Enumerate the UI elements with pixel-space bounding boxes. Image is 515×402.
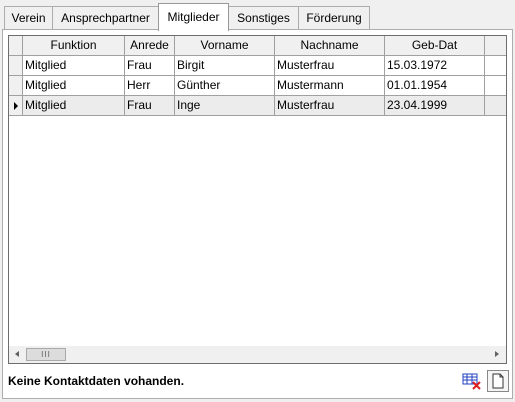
cell-nachname[interactable]: Mustermann	[275, 76, 385, 96]
cell-filler	[485, 56, 506, 76]
cell-filler	[485, 76, 506, 96]
tab-mitglieder[interactable]: Mitglieder	[158, 3, 229, 31]
row-indicator[interactable]	[9, 56, 23, 76]
table-row[interactable]: Mitglied Herr Günther Mustermann 01.01.1…	[9, 76, 506, 97]
column-header-anrede[interactable]: Anrede	[125, 36, 175, 56]
tab-ansprechpartner[interactable]: Ansprechpartner	[52, 6, 159, 30]
cell-funktion[interactable]: Mitglied	[23, 96, 125, 116]
clear-contacts-button[interactable]	[461, 370, 483, 392]
cell-anrede[interactable]: Herr	[125, 76, 175, 96]
tab-verein[interactable]: Verein	[4, 6, 53, 30]
scroll-left-button[interactable]	[9, 346, 26, 363]
scroll-right-button[interactable]	[489, 346, 506, 363]
row-indicator[interactable]	[9, 76, 23, 96]
column-header-nachname[interactable]: Nachname	[275, 36, 385, 56]
table-row[interactable]: Mitglied Frau Birgit Musterfrau 15.03.19…	[9, 56, 506, 77]
cell-anrede[interactable]: Frau	[125, 96, 175, 116]
new-document-icon	[492, 373, 504, 389]
new-document-button[interactable]	[487, 370, 509, 392]
tab-foerderung[interactable]: Förderung	[298, 6, 370, 30]
column-header-vorname[interactable]: Vorname	[175, 36, 275, 56]
row-indicator[interactable]	[9, 96, 23, 116]
horizontal-scrollbar[interactable]: III	[9, 346, 506, 363]
cell-vorname[interactable]: Inge	[175, 96, 275, 116]
table-row-selected[interactable]: Mitglied Frau Inge Musterfrau 23.04.1999	[9, 96, 506, 117]
cell-nachname[interactable]: Musterfrau	[275, 56, 385, 76]
cell-filler	[485, 96, 506, 116]
cell-geb-dat[interactable]: 23.04.1999	[385, 96, 485, 116]
arrow-left-icon	[15, 351, 19, 357]
members-panel: Funktion Anrede Vorname Nachname Geb-Dat…	[2, 29, 513, 399]
members-grid[interactable]: Funktion Anrede Vorname Nachname Geb-Dat…	[8, 35, 507, 364]
scrollbar-thumb[interactable]: III	[26, 348, 66, 361]
cell-geb-dat[interactable]: 01.01.1954	[385, 76, 485, 96]
cell-vorname[interactable]: Günther	[175, 76, 275, 96]
scrollbar-grip: III	[41, 350, 51, 359]
cell-funktion[interactable]: Mitglied	[23, 56, 125, 76]
clear-grid-icon	[462, 373, 481, 390]
current-row-pointer-icon	[14, 102, 18, 110]
cell-vorname[interactable]: Birgit	[175, 56, 275, 76]
column-header-geb-dat[interactable]: Geb-Dat	[385, 36, 485, 56]
grid-header: Funktion Anrede Vorname Nachname Geb-Dat	[9, 36, 506, 57]
cell-nachname[interactable]: Musterfrau	[275, 96, 385, 116]
cell-geb-dat[interactable]: 15.03.1972	[385, 56, 485, 76]
tab-bar: Verein Ansprechpartner Mitglieder Sonsti…	[2, 3, 513, 31]
cell-funktion[interactable]: Mitglied	[23, 76, 125, 96]
arrow-right-icon	[495, 351, 499, 357]
cell-anrede[interactable]: Frau	[125, 56, 175, 76]
header-indicator	[9, 36, 23, 56]
column-header-funktion[interactable]: Funktion	[23, 36, 125, 56]
column-header-filler	[485, 36, 506, 56]
status-message: Keine Kontaktdaten vohanden.	[8, 374, 185, 388]
tab-sonstiges[interactable]: Sonstiges	[228, 6, 299, 30]
